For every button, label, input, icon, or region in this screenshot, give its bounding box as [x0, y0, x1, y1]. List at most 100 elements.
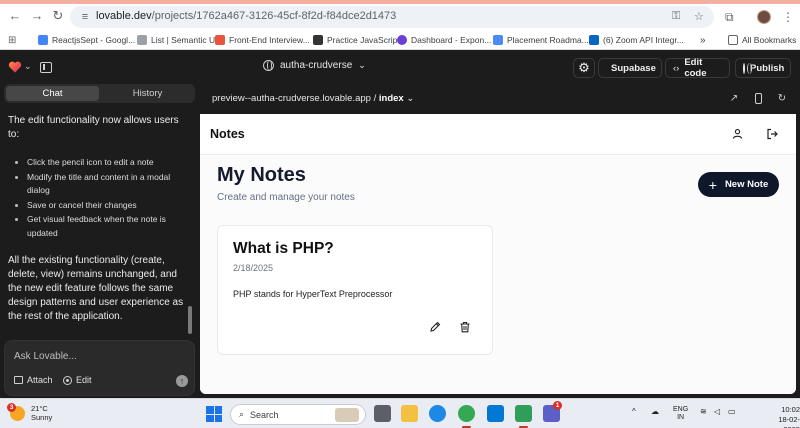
bookmark-item[interactable]: Front-End Interview...	[215, 33, 310, 47]
edit-code-button[interactable]: ‹› Edit code	[665, 57, 730, 79]
chevron-down-icon: ⌄	[406, 93, 415, 104]
logout-icon[interactable]	[766, 128, 778, 140]
settings-button[interactable]: ⚙	[573, 58, 595, 78]
publish-button[interactable]: Publish	[735, 58, 791, 78]
site-info-icon[interactable]: ≡	[78, 10, 92, 24]
system-clock[interactable]: 10:02 18-02-2025	[764, 405, 800, 428]
back-icon[interactable]: ←	[8, 9, 22, 23]
notes-app: Notes My Notes Create and manage your no…	[200, 114, 796, 394]
app-header: Notes	[200, 114, 796, 155]
refresh-icon[interactable]: ↻	[776, 93, 788, 105]
bookmark-item[interactable]: List | Semantic UI	[137, 33, 217, 47]
list-item: Click the pencil icon to edit a note	[8, 156, 186, 170]
wifi-icon[interactable]: ≋	[700, 407, 707, 416]
bookmark-star-icon[interactable]: ☆	[694, 10, 704, 23]
profile-avatar[interactable]	[757, 10, 771, 24]
attach-button[interactable]: Attach	[14, 375, 53, 385]
notification-badge: 3	[7, 402, 16, 412]
sidebar-toggle-icon[interactable]	[40, 62, 52, 73]
cloud-icon[interactable]: ☁	[651, 407, 659, 416]
temperature: 21°C	[31, 404, 48, 413]
all-bookmarks-button[interactable]: All Bookmarks	[728, 33, 796, 47]
bookmark-favicon-icon	[313, 35, 323, 45]
page-subtitle: Create and manage your notes	[217, 192, 355, 203]
language-indicator[interactable]: ENG IN	[673, 406, 688, 422]
gear-icon: ⚙	[578, 60, 590, 75]
bookmarks-bar: ⊞ ReactjsSept - Googl... List | Semantic…	[0, 30, 800, 50]
note-date: 2/18/2025	[233, 263, 274, 273]
search-highlight-icon	[335, 407, 359, 422]
message-intro: The edit functionality now allows users …	[8, 115, 179, 140]
ask-input[interactable]	[14, 351, 184, 362]
password-key-icon[interactable]: ⚿	[672, 10, 680, 23]
visual-edit-button[interactable]: Edit	[63, 375, 92, 385]
code-brackets-icon: ‹›	[673, 62, 680, 74]
windows-start-icon[interactable]	[206, 406, 222, 422]
task-view-icon[interactable]	[374, 405, 391, 422]
search-icon: ⌕	[239, 409, 245, 419]
plus-icon: +	[708, 176, 717, 193]
pencil-icon[interactable]	[429, 321, 441, 333]
chevron-up-icon[interactable]: ^	[632, 407, 636, 416]
chevron-down-icon[interactable]: ⌄	[24, 61, 32, 72]
note-card[interactable]: What is PHP? 2/18/2025 PHP stands for Hy…	[217, 225, 493, 355]
file-explorer-icon[interactable]	[401, 405, 418, 422]
address-bar-row: ← → ↻ ≡ lovable.dev/projects/1762a467-31…	[0, 4, 800, 30]
edge-icon[interactable]	[429, 405, 446, 422]
app-main: My Notes Create and manage your notes + …	[200, 155, 796, 394]
bookmark-item[interactable]: Placement Roadma...	[493, 33, 589, 47]
bookmark-item[interactable]: ReactjsSept - Googl...	[38, 33, 135, 47]
chrome-menu-icon[interactable]: ⋮	[782, 10, 794, 24]
note-content: PHP stands for HyperText Preprocessor	[233, 289, 393, 299]
drive-app-icon[interactable]	[515, 405, 532, 428]
chrome-icon[interactable]	[458, 405, 475, 428]
message-outro: All the existing functionality (create, …	[8, 255, 184, 322]
message-bullets: Click the pencil icon to edit a note Mod…	[8, 156, 186, 240]
app-title: Notes	[210, 127, 245, 141]
reload-icon[interactable]: ↻	[51, 9, 65, 23]
globe-icon	[263, 60, 274, 71]
taskbar-search[interactable]: ⌕ Search	[230, 404, 366, 425]
omnibox[interactable]: ≡ lovable.dev/projects/1762a467-3126-45c…	[70, 6, 714, 28]
windows-taskbar: 3 21°C Sunny ⌕ Search 1 ^ ☁ ENG IN ≋ ◁ ▭ 1…	[0, 398, 800, 428]
chat-scrollbar[interactable]	[188, 306, 192, 334]
outlook-icon[interactable]	[487, 405, 504, 422]
speaker-icon[interactable]: ◁	[714, 407, 720, 416]
lovable-logo-icon[interactable]	[8, 60, 22, 74]
weather-widget[interactable]: 3 21°C Sunny	[7, 402, 52, 422]
apps-grid-icon[interactable]: ⊞	[8, 33, 16, 47]
bookmark-favicon-icon	[493, 35, 503, 45]
bookmark-item[interactable]: Practice JavaScript	[313, 33, 400, 47]
project-name: autha-crudverse	[280, 60, 353, 71]
battery-icon[interactable]: ▭	[728, 407, 736, 416]
chat-panel: Chat History The edit functionality now …	[0, 84, 200, 396]
user-icon[interactable]	[732, 128, 743, 139]
tab-chat[interactable]: Chat	[6, 86, 99, 101]
clock-time: 10:02	[781, 405, 800, 414]
preview-url[interactable]: preview--autha-crudverse.lovable.app / i…	[212, 93, 414, 104]
open-external-icon[interactable]: ↗	[728, 93, 740, 105]
preview-frame: preview--autha-crudverse.lovable.app / i…	[200, 84, 796, 394]
clock-date: 18-02-2025	[778, 415, 800, 428]
teams-icon[interactable]: 1	[543, 401, 562, 422]
list-item: Modify the title and content in a modal …	[8, 171, 186, 198]
bookmark-item[interactable]: Dashboard - Expon...	[397, 33, 491, 47]
more-bookmarks-button[interactable]: »	[700, 33, 706, 47]
supabase-button[interactable]: Supabase	[598, 58, 662, 78]
tab-history[interactable]: History	[101, 86, 194, 101]
url-text[interactable]: lovable.dev/projects/1762a467-3126-45cf-…	[96, 10, 396, 22]
mobile-view-icon[interactable]	[755, 93, 762, 104]
list-item: Save or cancel their changes	[8, 199, 186, 213]
bookmark-favicon-icon	[397, 35, 407, 45]
project-switcher[interactable]: autha-crudverse ⌄	[263, 60, 366, 71]
bookmark-favicon-icon	[589, 35, 599, 45]
extensions-icon[interactable]: ⧉	[725, 10, 734, 25]
send-button[interactable]: ↑	[176, 375, 188, 387]
image-icon	[14, 376, 23, 384]
chevron-down-icon: ⌄	[358, 60, 366, 70]
new-note-button[interactable]: + New Note	[698, 172, 779, 197]
forward-icon[interactable]: →	[30, 9, 44, 23]
bookmark-favicon-icon	[137, 35, 147, 45]
bookmark-item[interactable]: (6) Zoom API Integr...	[589, 33, 684, 47]
trash-icon[interactable]	[459, 321, 471, 333]
